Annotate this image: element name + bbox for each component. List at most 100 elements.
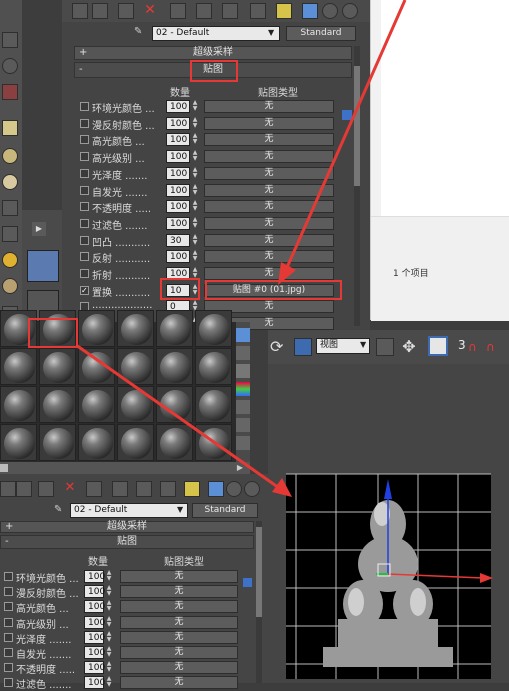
map-slot-button[interactable]: 无 bbox=[204, 166, 334, 180]
assign-material-icon[interactable] bbox=[38, 481, 54, 497]
pivot-icon[interactable] bbox=[376, 338, 394, 356]
spinner-arrows-icon[interactable]: ▲▼ bbox=[105, 600, 113, 613]
eyedropper-icon[interactable]: ✎ bbox=[54, 504, 66, 516]
sample-grid-scroll[interactable] bbox=[236, 322, 250, 462]
tool-icon[interactable] bbox=[2, 226, 18, 242]
move-icon[interactable]: ✥ bbox=[400, 338, 418, 356]
material-sample-slot[interactable] bbox=[78, 424, 115, 461]
map-enable-checkbox[interactable] bbox=[4, 663, 13, 673]
map-amount-input[interactable]: 100 bbox=[84, 615, 105, 629]
scrollbar-thumb[interactable] bbox=[354, 66, 360, 186]
material-sample-slot[interactable] bbox=[117, 386, 154, 423]
map-enable-checkbox[interactable] bbox=[4, 587, 13, 597]
map-slot-button[interactable]: 无 bbox=[204, 116, 334, 130]
material-sample-slot[interactable] bbox=[195, 348, 232, 385]
spinner-arrows-icon[interactable]: ▲▼ bbox=[191, 200, 199, 213]
tool-icon[interactable] bbox=[2, 278, 18, 294]
id-icon[interactable] bbox=[250, 3, 266, 19]
put-material-icon[interactable] bbox=[92, 3, 108, 19]
select-region-icon[interactable] bbox=[294, 338, 312, 356]
go-sibling-icon[interactable] bbox=[244, 481, 260, 497]
rotate-icon[interactable]: ⟳ bbox=[270, 338, 288, 356]
sample-slot[interactable] bbox=[27, 250, 59, 282]
show-result-icon[interactable] bbox=[208, 481, 224, 497]
map-slot-button[interactable]: 无 bbox=[204, 100, 334, 113]
go-parent-icon[interactable] bbox=[226, 481, 242, 497]
spinner-arrows-icon[interactable]: ▲▼ bbox=[191, 150, 199, 163]
map-amount-input[interactable]: 100 bbox=[166, 216, 190, 230]
map-enable-checkbox[interactable] bbox=[4, 602, 13, 612]
delete-icon[interactable]: ✕ bbox=[142, 2, 158, 18]
map-slot-button[interactable]: 无 bbox=[204, 267, 334, 280]
show-result-icon[interactable] bbox=[302, 3, 318, 19]
get-material-icon[interactable] bbox=[72, 3, 88, 19]
map-enable-checkbox[interactable] bbox=[80, 252, 89, 262]
chevron-down-icon[interactable]: ▼ bbox=[177, 505, 183, 514]
unique-icon[interactable] bbox=[196, 3, 212, 19]
map-enable-checkbox[interactable] bbox=[80, 218, 89, 228]
map-enable-checkbox[interactable] bbox=[80, 135, 89, 145]
tool-icon[interactable] bbox=[2, 148, 18, 164]
material-sample-slot[interactable] bbox=[39, 348, 76, 385]
material-sample-slot[interactable] bbox=[39, 424, 76, 461]
spinner-arrows-icon[interactable]: ▲▼ bbox=[191, 216, 199, 230]
material-sample-slot[interactable] bbox=[78, 310, 115, 347]
sun-icon[interactable] bbox=[2, 252, 18, 268]
scrollbar[interactable] bbox=[256, 521, 262, 683]
map-enable-checkbox[interactable] bbox=[80, 185, 89, 195]
map-enable-checkbox[interactable] bbox=[80, 102, 89, 111]
spinner-arrows-icon[interactable]: ▲▼ bbox=[105, 585, 113, 598]
map-slot-button[interactable]: 无 bbox=[204, 250, 334, 264]
map-enable-checkbox[interactable] bbox=[80, 269, 89, 278]
material-sample-slot[interactable] bbox=[117, 310, 154, 347]
library-icon[interactable] bbox=[222, 3, 238, 19]
material-sample-slot[interactable] bbox=[195, 310, 232, 347]
delete-icon[interactable]: ✕ bbox=[62, 480, 78, 496]
id-icon[interactable] bbox=[160, 481, 176, 497]
material-sample-slot[interactable] bbox=[0, 424, 37, 461]
map-amount-input[interactable]: 100 bbox=[166, 100, 190, 113]
tool-icon[interactable] bbox=[2, 84, 18, 100]
color-check-icon[interactable] bbox=[236, 382, 250, 396]
map-amount-input[interactable]: 100 bbox=[84, 600, 105, 614]
map-enable-checkbox[interactable] bbox=[4, 617, 13, 627]
material-type-button[interactable]: Standard bbox=[192, 503, 258, 518]
map-slot-button[interactable]: 无 bbox=[204, 183, 334, 197]
material-sample-slot[interactable] bbox=[156, 386, 193, 423]
hscroll-thumb[interactable] bbox=[0, 464, 8, 472]
material-sample-slot[interactable] bbox=[78, 348, 115, 385]
supersampling-rollout[interactable]: + 超级采样 bbox=[0, 521, 254, 533]
viewport[interactable] bbox=[268, 364, 509, 683]
map-amount-input[interactable]: 30 bbox=[166, 233, 190, 247]
go-parent-icon[interactable] bbox=[322, 3, 338, 19]
spinner-arrows-icon[interactable]: ▲▼ bbox=[105, 630, 113, 644]
get-material-icon[interactable] bbox=[0, 481, 16, 497]
material-sample-slot[interactable] bbox=[156, 310, 193, 347]
material-sample-slot[interactable] bbox=[156, 348, 193, 385]
map-slot-button[interactable]: 无 bbox=[204, 200, 334, 214]
options-icon[interactable] bbox=[236, 418, 250, 432]
map-enable-checkbox[interactable] bbox=[80, 202, 89, 212]
angle-snap-icon[interactable]: ∩ bbox=[486, 340, 500, 354]
map-amount-input[interactable]: 100 bbox=[166, 200, 190, 214]
material-sample-slot[interactable] bbox=[195, 386, 232, 423]
map-enable-checkbox[interactable]: ✓ bbox=[80, 285, 89, 295]
checker-icon[interactable] bbox=[236, 364, 250, 378]
show-map-icon[interactable] bbox=[184, 481, 200, 497]
map-amount-input[interactable]: 100 bbox=[166, 183, 190, 197]
go-sibling-icon[interactable] bbox=[342, 3, 358, 19]
map-amount-input[interactable]: 100 bbox=[166, 250, 190, 264]
map-enable-checkbox[interactable] bbox=[4, 572, 13, 581]
material-sample-slot[interactable] bbox=[39, 386, 76, 423]
map-slot-button[interactable]: 无 bbox=[120, 615, 238, 629]
blue-marker-icon[interactable] bbox=[243, 578, 252, 587]
arrow-right-icon[interactable]: ▶ bbox=[234, 462, 246, 474]
spinner-arrows-icon[interactable]: ▲▼ bbox=[105, 646, 113, 659]
tool-icon[interactable] bbox=[2, 120, 18, 136]
material-sample-slot[interactable] bbox=[0, 386, 37, 423]
spinner-arrows-icon[interactable]: ▲▼ bbox=[191, 116, 199, 130]
blue-marker-icon[interactable] bbox=[342, 110, 352, 120]
copy-material-icon[interactable] bbox=[86, 481, 102, 497]
spinner-arrows-icon[interactable]: ▲▼ bbox=[191, 233, 199, 247]
chevron-down-icon[interactable]: ▼ bbox=[360, 340, 366, 349]
